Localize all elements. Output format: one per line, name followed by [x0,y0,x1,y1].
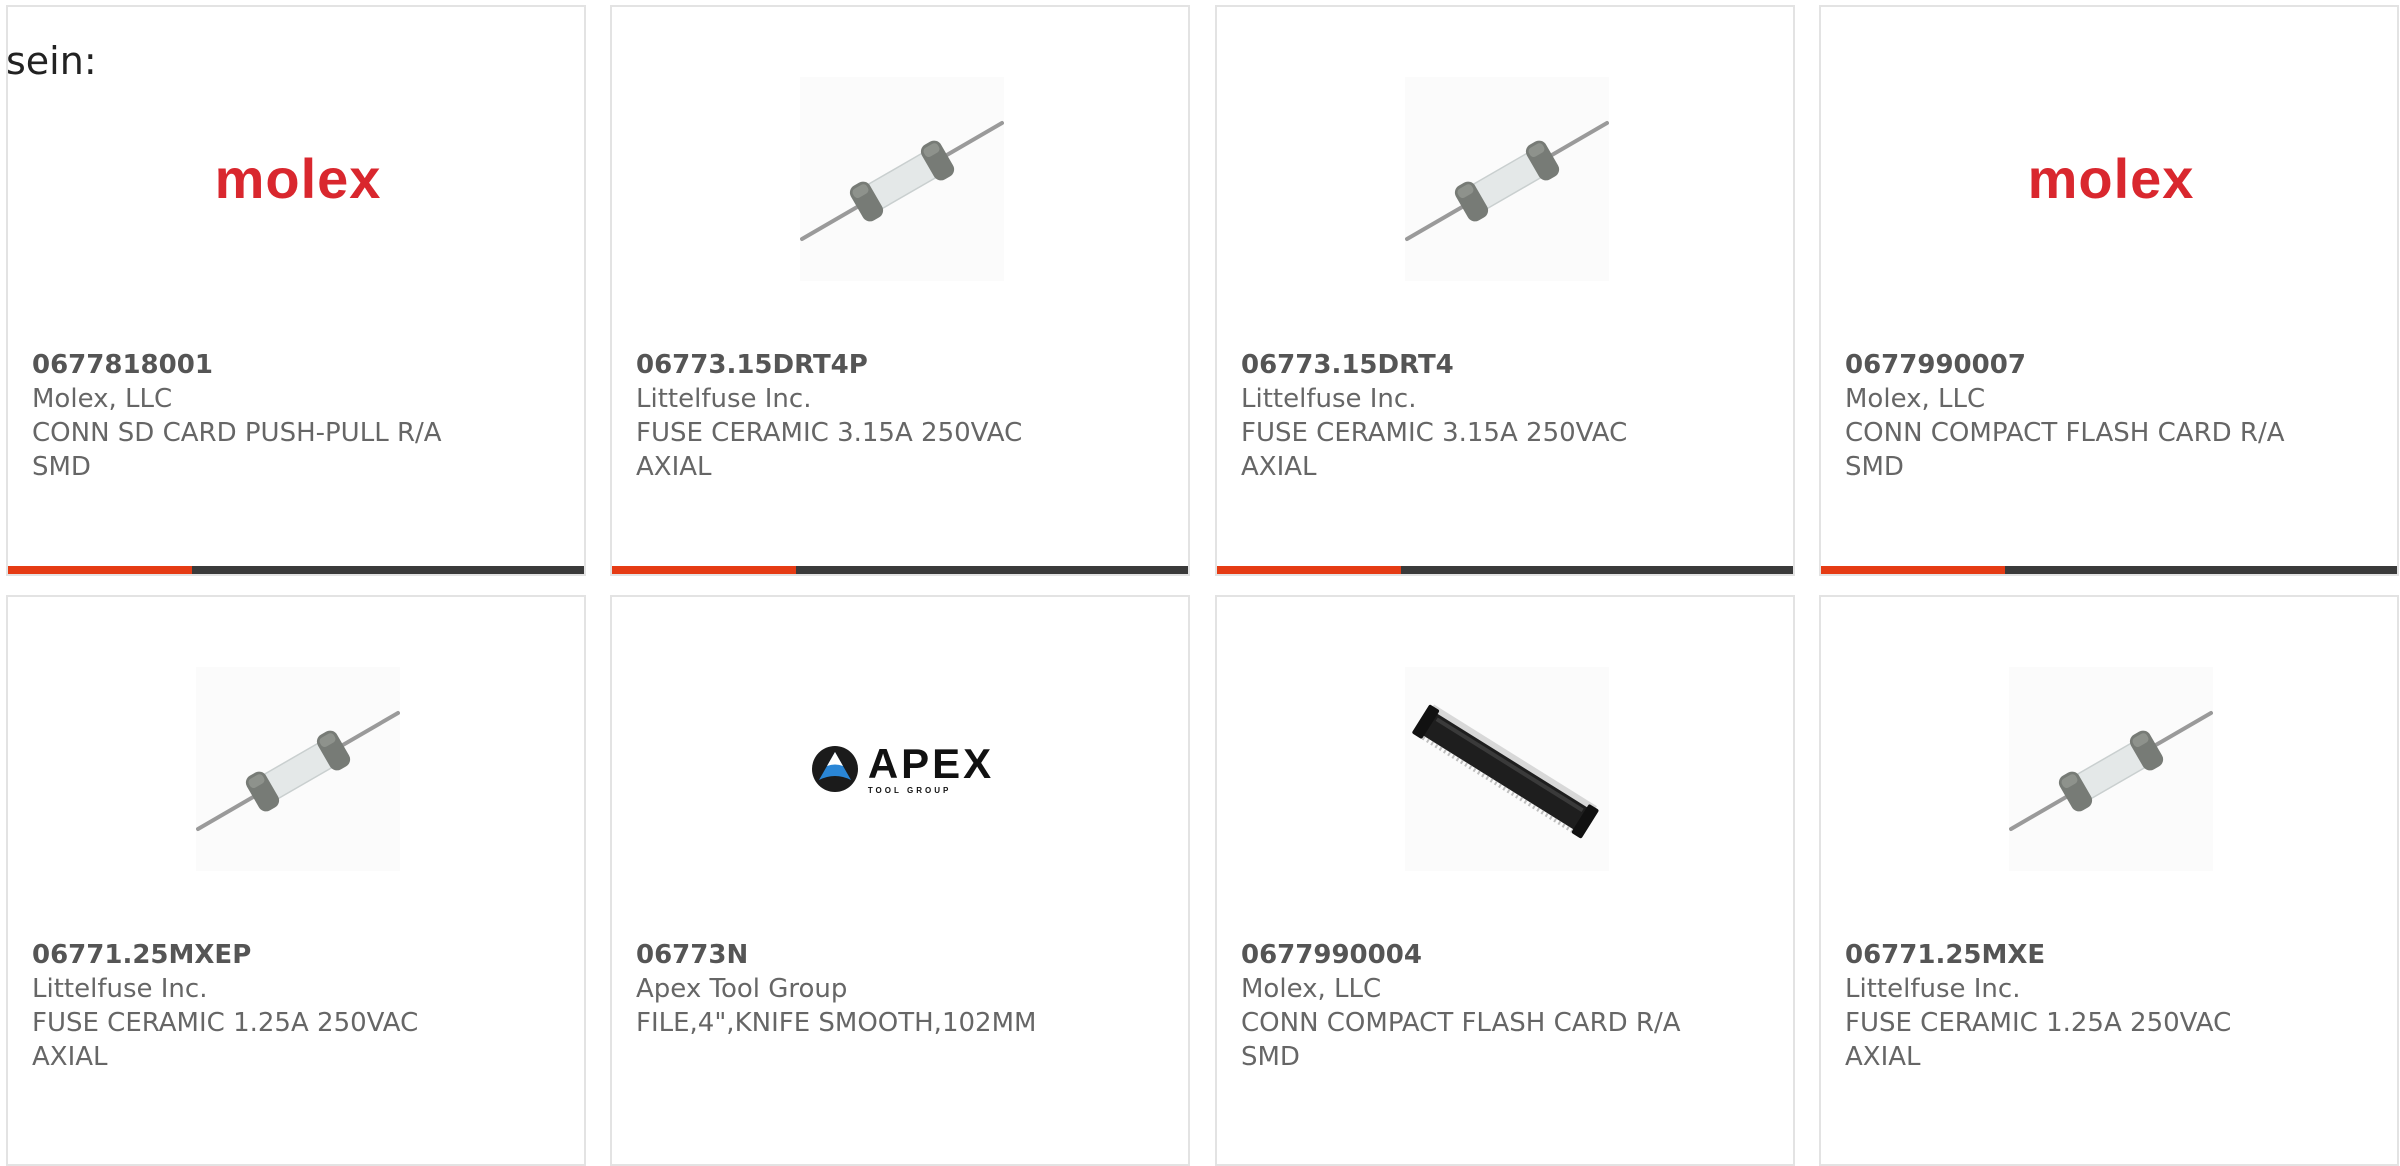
product-image[interactable] [2009,667,2213,871]
description: CONN COMPACT FLASH CARD R/A SMD [1845,418,2285,482]
product-card[interactable]: 06771.25MXE Littelfuse Inc. FUSE CERAMIC… [1819,595,2399,1166]
description: CONN COMPACT FLASH CARD R/A SMD [1241,1008,1681,1072]
part-number-link[interactable]: 06771.25MXEP [32,938,560,972]
description: CONN SD CARD PUSH-PULL R/A SMD [32,418,442,482]
progress-bar-fill [8,566,193,574]
product-card[interactable]: 06771.25MXEP Littelfuse Inc. FUSE CERAMI… [6,595,586,1166]
part-number-link[interactable]: 06771.25MXE [1845,938,2373,972]
progress-bar [1821,566,2397,574]
product-card[interactable]: 06773.15DRT4 Littelfuse Inc. FUSE CERAMI… [1215,5,1795,576]
axial-fuse-icon [2009,667,2213,871]
progress-bar [1217,566,1793,574]
axial-fuse-icon [800,77,1004,281]
product-image[interactable] [196,667,400,871]
axial-fuse-icon [1405,77,1609,281]
progress-bar-fill [1821,566,2006,574]
intro-text: sein: [6,39,97,83]
apex-logo-subtext: TOOL GROUP [867,786,952,795]
description: FUSE CERAMIC 1.25A 250VAC AXIAL [1845,1008,2232,1072]
manufacturer: Molex, LLC [1241,974,1382,1004]
apex-logo-text: APEX [867,740,995,787]
molex-logo: molex [2027,147,2195,210]
product-image[interactable] [1405,667,1609,871]
manufacturer: Apex Tool Group [636,974,848,1004]
description: FUSE CERAMIC 3.15A 250VAC AXIAL [636,418,1023,482]
product-image[interactable] [1405,77,1609,281]
apex-logo: APEX TOOL GROUP [810,743,994,795]
manufacturer: Littelfuse Inc. [1241,384,1417,414]
product-image[interactable] [800,77,1004,281]
description: FUSE CERAMIC 3.15A 250VAC AXIAL [1241,418,1628,482]
product-card[interactable]: 06773.15DRT4P Littelfuse Inc. FUSE CERAM… [610,5,1190,576]
part-number-link[interactable]: 0677990004 [1241,938,1769,972]
description: FILE,4",KNIFE SMOOTH,102MM [636,1008,1037,1038]
progress-bar [8,566,584,574]
product-card[interactable]: APEX TOOL GROUP 06773N Apex Tool Group F… [610,595,1190,1166]
manufacturer: Littelfuse Inc. [636,384,812,414]
cf-card-connector-icon [1405,667,1609,871]
part-number-link[interactable]: 0677990007 [1845,348,2373,382]
product-image[interactable]: molex [2009,77,2213,281]
manufacturer: Littelfuse Inc. [1845,974,2021,1004]
product-card[interactable]: 0677990004 Molex, LLC CONN COMPACT FLASH… [1215,595,1795,1166]
part-number-link[interactable]: 0677818001 [32,348,560,382]
manufacturer: Molex, LLC [32,384,173,414]
product-image[interactable]: APEX TOOL GROUP [800,667,1004,871]
part-number-link[interactable]: 06773.15DRT4P [636,348,1164,382]
part-number-link[interactable]: 06773.15DRT4 [1241,348,1769,382]
progress-bar-fill [1217,566,1402,574]
part-number-link[interactable]: 06773N [636,938,1164,972]
progress-bar-fill [612,566,797,574]
molex-logo: molex [214,147,382,210]
progress-bar [612,566,1188,574]
manufacturer: Molex, LLC [1845,384,1986,414]
product-card[interactable]: molex 0677990007 Molex, LLC CONN COMPACT… [1819,5,2399,576]
axial-fuse-icon [196,667,400,871]
apex-mountain-icon [811,746,858,792]
description: FUSE CERAMIC 1.25A 250VAC AXIAL [32,1008,419,1072]
product-image[interactable]: molex [196,77,400,281]
manufacturer: Littelfuse Inc. [32,974,208,1004]
product-card[interactable]: molex 0677818001 Molex, LLC CONN SD CARD… [6,5,586,576]
